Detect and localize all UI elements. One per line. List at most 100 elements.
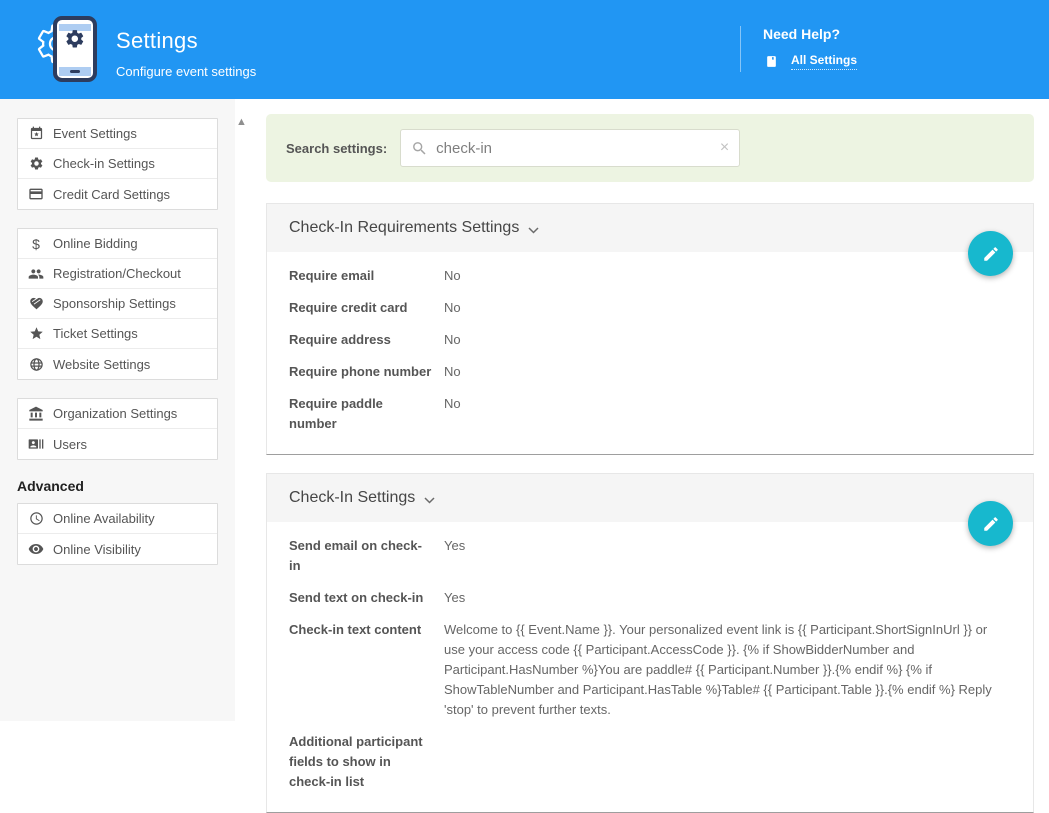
chevron-down-icon <box>528 227 539 234</box>
search-settings-panel: Search settings: × <box>266 114 1034 182</box>
setting-row: Send text on check-in Yes <box>289 582 1003 614</box>
edit-section-button[interactable] <box>968 501 1013 546</box>
setting-row: Require credit card No <box>289 292 1003 324</box>
sidebar-main-groups: Event Settings Check-in Settings Credit … <box>0 118 235 460</box>
clear-x-icon[interactable]: × <box>720 140 729 156</box>
page-subtitle: Configure event settings <box>116 64 256 79</box>
section-body: Send email on check-in Yes Send text on … <box>267 522 1033 812</box>
bank-icon <box>28 406 44 422</box>
advanced-section-heading: Advanced <box>17 478 235 494</box>
sidebar-item-event-settings[interactable]: Event Settings <box>18 119 217 149</box>
sidebar-group: Event Settings Check-in Settings Credit … <box>17 118 218 210</box>
setting-value <box>444 732 1003 792</box>
sidebar-group: Online Availability Online Visibility <box>17 503 218 565</box>
section-card-check-in-settings: Check-In Settings Send email on check-in… <box>266 473 1034 813</box>
sidebar-item-users[interactable]: Users <box>18 429 217 459</box>
contact-card-icon <box>28 436 44 452</box>
setting-value: Yes <box>444 588 1003 608</box>
setting-label: Check-in text content <box>289 620 444 720</box>
sidebar-item-label: Sponsorship Settings <box>53 296 176 311</box>
sidebar-item-label: Online Visibility <box>53 542 141 557</box>
app-header: Settings Configure event settings Need H… <box>0 0 1049 99</box>
section-body: Require email No Require credit card No … <box>267 252 1033 454</box>
sidebar-item-label: Check-in Settings <box>53 156 155 171</box>
clock-icon <box>28 511 44 526</box>
heart-icon <box>28 296 44 311</box>
gear-icon <box>28 156 44 171</box>
sidebar-item-online-visibility[interactable]: Online Visibility <box>18 534 217 564</box>
sidebar-item-label: Online Bidding <box>53 236 138 251</box>
sidebar-group: $ Online Bidding Registration/Checkout S… <box>17 228 218 380</box>
sidebar-item-label: Event Settings <box>53 126 137 141</box>
setting-label: Additional participant fields to show in… <box>289 732 444 792</box>
section-title: Check-In Requirements Settings <box>289 219 519 237</box>
sidebar-advanced-groups: Online Availability Online Visibility <box>0 503 235 565</box>
need-help-panel: Need Help? All Settings <box>740 26 857 72</box>
sidebar-item-registration-checkout[interactable]: Registration/Checkout <box>18 259 217 289</box>
setting-row: Additional participant fields to show in… <box>289 726 1003 798</box>
sidebar-item-label: Online Availability <box>53 511 155 526</box>
sidebar-item-ticket-settings[interactable]: Ticket Settings <box>18 319 217 349</box>
setting-label: Require address <box>289 330 444 350</box>
sidebar-item-label: Organization Settings <box>53 406 177 421</box>
setting-row: Require paddle number No <box>289 388 1003 440</box>
sidebar-item-credit-card-settings[interactable]: Credit Card Settings <box>18 179 217 209</box>
book-icon <box>765 55 778 68</box>
sidebar-item-label: Credit Card Settings <box>53 187 170 202</box>
setting-value: Yes <box>444 536 1003 576</box>
section-title: Check-In Settings <box>289 489 415 507</box>
settings-sidebar: Event Settings Check-in Settings Credit … <box>0 99 235 721</box>
triangle-up-icon[interactable]: ▲ <box>236 117 247 128</box>
sidebar-item-label: Registration/Checkout <box>53 266 181 281</box>
setting-value: No <box>444 330 1003 350</box>
search-box: × <box>400 129 740 167</box>
pencil-icon <box>982 515 1000 533</box>
star-icon <box>28 326 44 341</box>
setting-label: Send email on check-in <box>289 536 444 576</box>
setting-row: Require email No <box>289 260 1003 292</box>
setting-row: Check-in text content Welcome to {{ Even… <box>289 614 1003 726</box>
chevron-down-icon <box>424 497 435 504</box>
setting-value: Welcome to {{ Event.Name }}. Your person… <box>444 620 1003 720</box>
setting-value: No <box>444 266 1003 286</box>
pencil-icon <box>982 245 1000 263</box>
setting-value: No <box>444 362 1003 382</box>
sidebar-item-online-availability[interactable]: Online Availability <box>18 504 217 534</box>
sidebar-item-label: Website Settings <box>53 357 150 372</box>
edit-section-button[interactable] <box>968 231 1013 276</box>
people-icon <box>28 266 44 282</box>
calendar-icon <box>28 126 44 141</box>
setting-row: Require address No <box>289 324 1003 356</box>
setting-value: No <box>444 298 1003 318</box>
sidebar-item-label: Ticket Settings <box>53 326 138 341</box>
search-settings-label: Search settings: <box>286 141 387 156</box>
globe-icon <box>28 357 44 372</box>
sidebar-group: Organization Settings Users <box>17 398 218 460</box>
sidebar-item-online-bidding[interactable]: $ Online Bidding <box>18 229 217 259</box>
sections-container: Check-In Requirements Settings Require e… <box>266 203 1034 813</box>
section-header[interactable]: Check-In Settings <box>267 474 1033 522</box>
setting-label: Require phone number <box>289 362 444 382</box>
all-settings-link[interactable]: All Settings <box>791 53 857 70</box>
setting-label: Send text on check-in <box>289 588 444 608</box>
setting-row: Require phone number No <box>289 356 1003 388</box>
need-help-title: Need Help? <box>763 26 857 42</box>
dollar-icon: $ <box>28 237 44 251</box>
sidebar-item-website-settings[interactable]: Website Settings <box>18 349 217 379</box>
sidebar-item-organization-settings[interactable]: Organization Settings <box>18 399 217 429</box>
credit-card-icon <box>28 186 44 202</box>
eye-icon <box>28 541 44 557</box>
setting-row: Send email on check-in Yes <box>289 530 1003 582</box>
sidebar-item-sponsorship-settings[interactable]: Sponsorship Settings <box>18 289 217 319</box>
section-header[interactable]: Check-In Requirements Settings <box>267 204 1033 252</box>
setting-label: Require email <box>289 266 444 286</box>
page-title: Settings <box>116 28 256 54</box>
search-input[interactable] <box>428 130 739 166</box>
setting-value: No <box>444 394 1003 434</box>
section-card-check-in-requirements-settings: Check-In Requirements Settings Require e… <box>266 203 1034 455</box>
sidebar-item-check-in-settings[interactable]: Check-in Settings <box>18 149 217 179</box>
main-content: Search settings: × Check-In Requirements… <box>266 99 1034 813</box>
setting-label: Require credit card <box>289 298 444 318</box>
settings-phone-logo <box>24 7 108 91</box>
sidebar-item-label: Users <box>53 437 87 452</box>
